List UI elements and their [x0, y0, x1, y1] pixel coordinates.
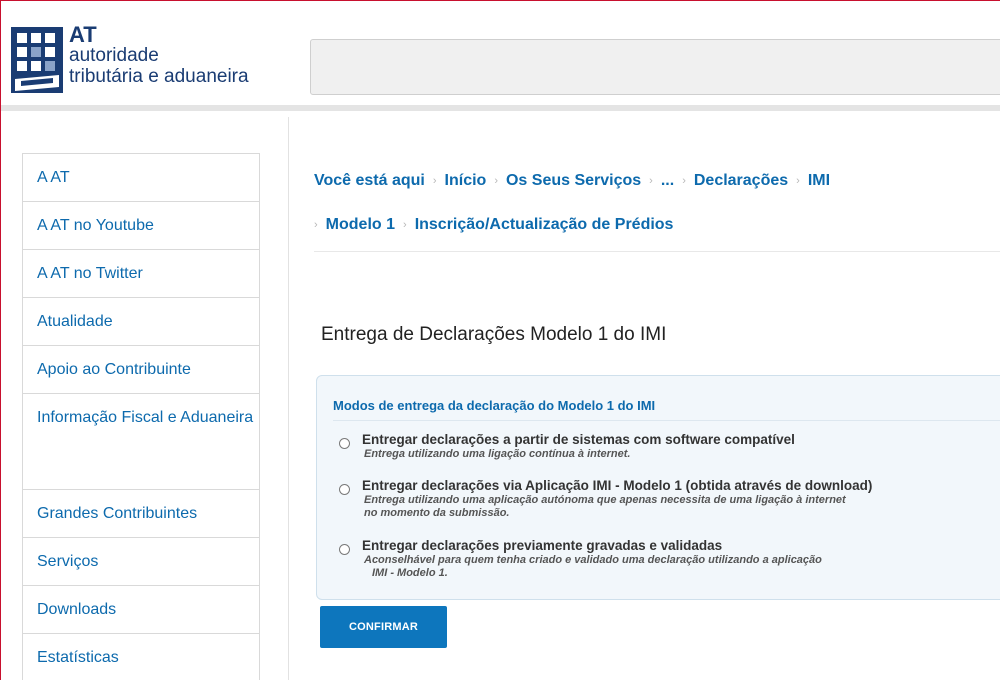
sidebar-item-grandes-contribuintes[interactable]: Grandes Contribuintes	[23, 490, 259, 538]
sidebar-item-servicos[interactable]: Serviços	[23, 538, 259, 586]
breadcrumb-separator-icon: ›	[682, 175, 686, 187]
radio-aplicacao[interactable]	[339, 484, 350, 495]
breadcrumb-modelo-1[interactable]: Modelo 1	[326, 203, 395, 247]
breadcrumb-separator-icon: ›	[403, 219, 407, 231]
option-text: Entregar declarações a partir de sistema…	[362, 432, 795, 461]
breadcrumb-os-seus-servicos[interactable]: Os Seus Serviços	[506, 159, 641, 203]
logo-at: AT	[69, 22, 97, 47]
page-frame: AT autoridade tributária e aduaneira A A…	[0, 0, 1000, 680]
option-description-cont: IMI - Modelo 1.	[372, 567, 448, 579]
breadcrumb-you-are-here: Você está aqui	[314, 172, 425, 189]
confirm-button[interactable]: CONFIRMAR	[320, 606, 447, 648]
delivery-option-software[interactable]: Entregar declarações a partir de sistema…	[339, 432, 979, 461]
breadcrumb-separator-icon: ›	[649, 175, 653, 187]
breadcrumb-separator-icon: ›	[314, 219, 318, 231]
sidebar-item-youtube[interactable]: A AT no Youtube	[23, 202, 259, 250]
option-label: Entregar declarações a partir de sistema…	[362, 432, 795, 447]
sidebar-item-apoio-contribuinte[interactable]: Apoio ao Contribuinte	[23, 346, 259, 394]
breadcrumb-row-1: Você está aqui › Início › Os Seus Serviç…	[314, 159, 994, 203]
option-description: Aconselhável para quem tenha criado e va…	[364, 554, 822, 566]
delivery-mode-panel: Modos de entrega da declaração do Modelo…	[316, 375, 1000, 600]
sidebar-divider	[288, 117, 289, 680]
breadcrumb-inscricao-predios[interactable]: Inscrição/Actualização de Prédios	[415, 203, 674, 247]
sidebar-item-twitter[interactable]: A AT no Twitter	[23, 250, 259, 298]
option-label: Entregar declarações via Aplicação IMI -…	[362, 478, 873, 493]
at-shield-logo-icon	[11, 27, 63, 93]
option-description: Entrega utilizando uma ligação contínua …	[364, 448, 631, 460]
breadcrumb-declaracoes[interactable]: Declarações	[694, 159, 788, 203]
sidebar-item-a-at[interactable]: A AT	[23, 154, 259, 202]
option-label: Entregar declarações previamente gravada…	[362, 538, 723, 553]
page-title: Entrega de Declarações Modelo 1 do IMI	[321, 324, 667, 345]
breadcrumb-inicio[interactable]: Início	[445, 159, 487, 203]
breadcrumb-imi[interactable]: IMI	[808, 159, 830, 203]
option-description-cont: no momento da submissão.	[364, 507, 510, 519]
sidebar-item-informacao-fiscal[interactable]: Informação Fiscal e Aduaneira	[23, 394, 259, 490]
radio-software[interactable]	[339, 438, 350, 449]
at-logo[interactable]: AT autoridade tributária e aduaneira	[11, 23, 291, 99]
breadcrumb-ellipsis[interactable]: ...	[661, 159, 674, 203]
panel-divider	[333, 420, 1000, 421]
sidebar-nav: A AT A AT no Youtube A AT no Twitter Atu…	[22, 153, 260, 680]
logo-line-2: tributária e aduaneira	[69, 66, 249, 87]
header-banner-placeholder	[310, 39, 1000, 95]
sidebar-item-estatisticas[interactable]: Estatísticas	[23, 634, 259, 680]
option-text: Entregar declarações previamente gravada…	[362, 538, 822, 580]
sidebar-item-atualidade[interactable]: Atualidade	[23, 298, 259, 346]
panel-title: Modos de entrega da declaração do Modelo…	[333, 398, 656, 413]
delivery-option-aplicacao[interactable]: Entregar declarações via Aplicação IMI -…	[339, 478, 979, 520]
option-description: Entrega utilizando uma aplicação autónom…	[364, 494, 846, 506]
option-text: Entregar declarações via Aplicação IMI -…	[362, 478, 872, 520]
logo-wordmark: AT autoridade tributária e aduaneira	[69, 22, 249, 88]
breadcrumb-divider	[314, 251, 1000, 252]
breadcrumb: Você está aqui › Início › Os Seus Serviç…	[314, 159, 994, 247]
sidebar-item-downloads[interactable]: Downloads	[23, 586, 259, 634]
breadcrumb-separator-icon: ›	[494, 175, 498, 187]
logo-line-1: autoridade	[69, 45, 159, 66]
delivery-option-gravadas[interactable]: Entregar declarações previamente gravada…	[339, 538, 979, 580]
breadcrumb-row-2: › Modelo 1 › Inscrição/Actualização de P…	[314, 203, 994, 247]
site-header: AT autoridade tributária e aduaneira	[1, 1, 1000, 111]
radio-gravadas[interactable]	[339, 544, 350, 555]
breadcrumb-separator-icon: ›	[432, 175, 437, 187]
breadcrumb-separator-icon: ›	[796, 175, 800, 187]
